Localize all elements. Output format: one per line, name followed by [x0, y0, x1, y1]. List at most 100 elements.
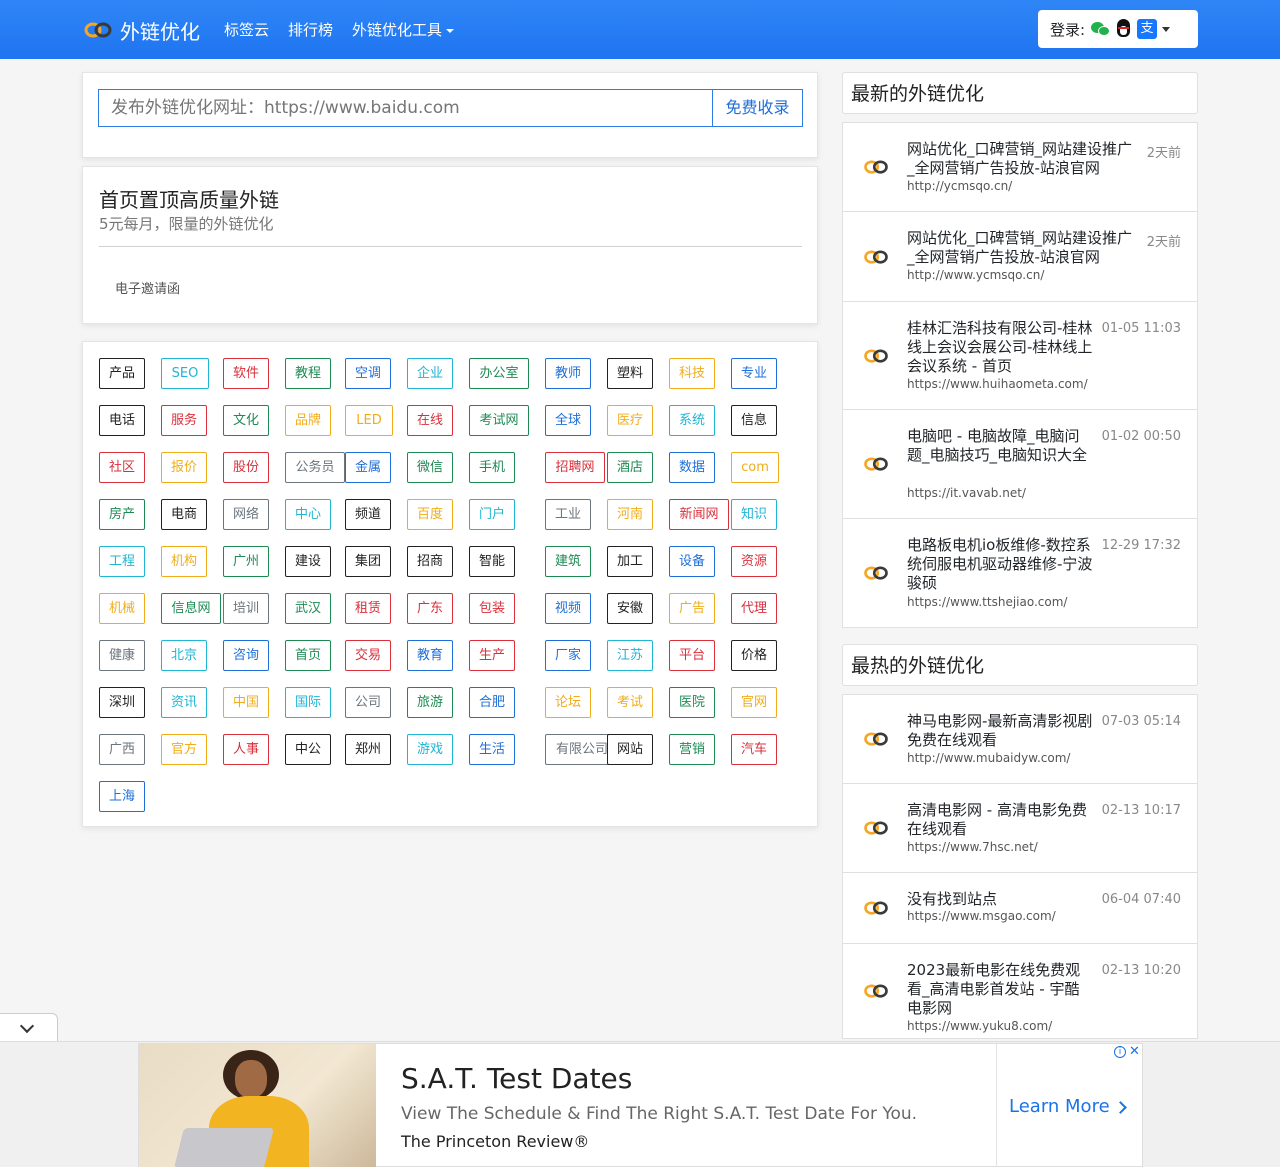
tag-link[interactable]: 深圳 [99, 687, 145, 718]
tag-link[interactable]: 代理 [731, 593, 777, 624]
ad-image[interactable] [139, 1044, 376, 1167]
tag-link[interactable]: 考试 [607, 687, 653, 718]
tag-link[interactable]: 空调 [345, 358, 391, 389]
tag-link[interactable]: 资源 [731, 546, 777, 577]
tag-link[interactable]: 合肥 [469, 687, 515, 718]
tag-link[interactable]: 社区 [99, 452, 145, 483]
tag-link[interactable]: 系统 [669, 405, 715, 436]
tag-link[interactable]: 产品 [99, 358, 145, 389]
tag-link[interactable]: 广州 [223, 546, 269, 577]
tag-link[interactable]: com [731, 452, 779, 483]
tag-link[interactable]: 在线 [407, 405, 453, 436]
tag-link[interactable]: 全球 [545, 405, 591, 436]
tag-link[interactable]: 考试网 [469, 405, 529, 436]
tag-link[interactable]: 人事 [223, 734, 269, 765]
tag-link[interactable]: 生产 [469, 640, 515, 671]
tag-link[interactable]: 北京 [161, 640, 207, 671]
tag-link[interactable]: 百度 [407, 499, 453, 530]
tag-link[interactable]: 集团 [345, 546, 391, 577]
tag-link[interactable]: 信息网 [161, 593, 221, 624]
site-title[interactable]: 没有找到站点 [907, 890, 1093, 909]
featured-link[interactable]: 电子邀请函 [115, 278, 180, 297]
ad-close-icon[interactable]: ✕ [1129, 1044, 1140, 1059]
site-list-item[interactable]: 桂林汇浩科技有限公司-桂林线上会议会展公司-桂林线上会议系统 - 首页 https… [842, 301, 1198, 410]
tag-link[interactable]: 营销 [669, 734, 715, 765]
tag-link[interactable]: 机械 [99, 593, 145, 624]
tag-link[interactable]: SEO [161, 358, 209, 389]
tag-link[interactable]: 汽车 [731, 734, 777, 765]
tag-link[interactable]: 公司 [345, 687, 391, 718]
tag-link[interactable]: 教育 [407, 640, 453, 671]
tag-link[interactable]: 教程 [285, 358, 331, 389]
tag-link[interactable]: 官方 [161, 734, 207, 765]
tag-link[interactable]: 中心 [285, 499, 331, 530]
tag-link[interactable]: 武汉 [285, 593, 331, 624]
site-title[interactable]: 高清电影网 - 高清电影免费在线观看 [907, 801, 1093, 839]
site-list-item[interactable]: 高清电影网 - 高清电影免费在线观看 https://www.7hsc.net/0… [842, 783, 1198, 873]
tag-link[interactable]: 中公 [285, 734, 331, 765]
tag-link[interactable]: 数据 [669, 452, 715, 483]
alipay-icon[interactable]: 支 [1137, 19, 1158, 39]
nav-ranking[interactable]: 排行榜 [288, 19, 333, 40]
site-list-item[interactable]: 神马电影网-最新高清影视剧免费在线观看 http://www.mubaidyw.c… [842, 694, 1198, 784]
tag-link[interactable]: 品牌 [285, 405, 331, 436]
tag-link[interactable]: 股份 [223, 452, 269, 483]
tag-link[interactable]: 视频 [545, 593, 591, 624]
tag-link[interactable]: 塑料 [607, 358, 653, 389]
nav-tools-dropdown[interactable]: 外链优化工具 [352, 19, 455, 40]
tag-link[interactable]: 教师 [545, 358, 591, 389]
tag-link[interactable]: 频道 [345, 499, 391, 530]
tag-link[interactable]: 知识 [731, 499, 777, 530]
tag-link[interactable]: 健康 [99, 640, 145, 671]
tag-link[interactable]: 酒店 [607, 452, 653, 483]
tag-link[interactable]: LED [345, 405, 393, 436]
site-list-item[interactable]: 网站优化_口碑营销_网站建设推广_全网营销广告投放-站浪官网 http://ycm… [842, 122, 1198, 212]
tag-link[interactable]: 医院 [669, 687, 715, 718]
tag-link[interactable]: 报价 [161, 452, 207, 483]
tag-link[interactable]: 公务员 [285, 452, 345, 483]
tag-link[interactable]: 首页 [285, 640, 331, 671]
tag-link[interactable]: 厂家 [545, 640, 591, 671]
tag-link[interactable]: 招聘网 [545, 452, 605, 483]
tag-link[interactable]: 价格 [731, 640, 777, 671]
tag-link[interactable]: 平台 [669, 640, 715, 671]
tag-link[interactable]: 游戏 [407, 734, 453, 765]
tag-link[interactable]: 科技 [669, 358, 715, 389]
brand[interactable]: 外链优化 [84, 16, 200, 44]
nav-tag-cloud[interactable]: 标签云 [224, 19, 269, 40]
site-list-item[interactable]: 电脑吧 - 电脑故障_电脑问题_电脑技巧_电脑知识大全 https://it.va… [842, 409, 1198, 519]
tag-link[interactable]: 手机 [469, 452, 515, 483]
tag-link[interactable]: 咨询 [223, 640, 269, 671]
qq-icon[interactable] [1114, 19, 1134, 39]
tag-link[interactable]: 交易 [345, 640, 391, 671]
site-title[interactable]: 网站优化_口碑营销_网站建设推广_全网营销广告投放-站浪官网 [907, 140, 1133, 178]
tag-link[interactable]: 企业 [407, 358, 453, 389]
tag-link[interactable]: 生活 [469, 734, 515, 765]
tag-link[interactable]: 加工 [607, 546, 653, 577]
site-title[interactable]: 电路板电机io板维修-数控系统伺服电机驱动器维修-宁波骏硕 [907, 536, 1093, 593]
tag-link[interactable]: 租赁 [345, 593, 391, 624]
login-dropdown[interactable]: 登录: 支 [1038, 10, 1198, 48]
tag-link[interactable]: 建筑 [545, 546, 591, 577]
free-submit-button[interactable]: 免费收录 [712, 89, 803, 127]
tag-link[interactable]: 建设 [285, 546, 331, 577]
ad-info-icon[interactable]: i [1114, 1046, 1126, 1058]
tag-link[interactable]: 郑州 [345, 734, 391, 765]
tag-link[interactable]: 电话 [99, 405, 145, 436]
tag-link[interactable]: 机构 [161, 546, 207, 577]
tag-link[interactable]: 广告 [669, 593, 715, 624]
site-title[interactable]: 电脑吧 - 电脑故障_电脑问题_电脑技巧_电脑知识大全 [907, 427, 1093, 465]
tag-link[interactable]: 网站 [607, 734, 653, 765]
tag-link[interactable]: 设备 [669, 546, 715, 577]
site-list-item[interactable]: 网站优化_口碑营销_网站建设推广_全网营销广告投放-站浪官网 http://www… [842, 211, 1198, 302]
tag-link[interactable]: 工业 [545, 499, 591, 530]
tag-link[interactable]: 软件 [223, 358, 269, 389]
tag-link[interactable]: 河南 [607, 499, 653, 530]
tag-link[interactable]: 广东 [407, 593, 453, 624]
site-title[interactable]: 桂林汇浩科技有限公司-桂林线上会议会展公司-桂林线上会议系统 - 首页 [907, 319, 1093, 376]
learn-more-button[interactable]: Learn More [1009, 1096, 1127, 1117]
site-title[interactable]: 2023最新电影在线免费观看_高清电影首发站 - 宇酷电影网 [907, 961, 1093, 1018]
site-list-item[interactable]: 没有找到站点 https://www.msgao.com/06-04 07:40 [842, 872, 1198, 944]
tag-link[interactable]: 旅游 [407, 687, 453, 718]
tag-link[interactable]: 资讯 [161, 687, 207, 718]
